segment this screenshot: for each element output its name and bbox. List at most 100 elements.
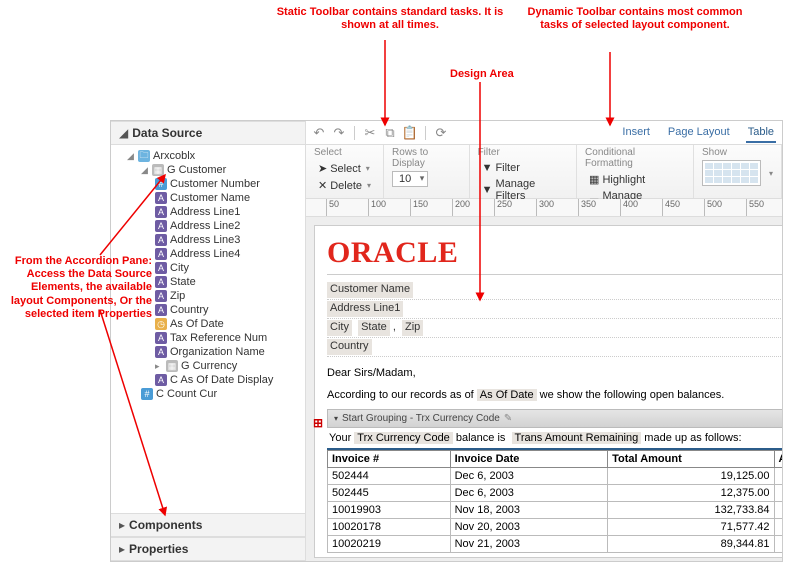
placeholder-as-of-date[interactable]: As Of Date [477,389,537,401]
accordion-header-components[interactable]: ▸Components [111,513,305,537]
ribbon-label: Filter [478,147,568,158]
tree-item[interactable]: AAddress Line2 [153,219,305,233]
refresh-icon[interactable]: ⟳ [434,126,448,140]
text-field-icon: A [155,374,167,386]
table-row[interactable]: 502444Dec 6, 200319,125.00 [328,467,783,484]
text-field-icon: A [155,234,167,246]
col-outstanding[interactable]: Amount Outs [774,450,782,467]
ribbon-group-rows: Rows to Display 10 [384,145,470,198]
cut-icon[interactable]: ✂ [363,126,377,140]
placeholder-zip[interactable]: Zip [402,320,423,336]
separator [354,126,355,140]
chevron-down-icon: ▾ [366,164,370,173]
tree-item[interactable]: #Customer Number [153,177,305,191]
text-field-icon: A [155,262,167,274]
tab-table[interactable]: Table [746,122,776,143]
redo-icon[interactable]: ↷ [332,126,346,140]
col-total[interactable]: Total Amount [608,450,774,467]
highlight-icon: ▦ [589,173,599,186]
tab-page-layout[interactable]: Page Layout [666,122,732,143]
text-field-icon: A [155,332,167,344]
highlight-button[interactable]: ▦Highlight [585,171,649,188]
app-window: ◢Data Source ◢🗀Arxcoblx ◢▦G Customer #Cu… [110,120,783,562]
ribbon-group-select: Select ➤Select▾ ✕Delete▾ [306,145,384,198]
paste-icon[interactable]: 📋 [403,126,417,140]
placeholder-state[interactable]: State [358,320,390,336]
callout-static-toolbar: Static Toolbar contains standard tasks. … [275,6,505,32]
caret-right-icon: ▸ [119,542,125,556]
placeholder-amount-remaining[interactable]: Trans Amount Remaining [512,432,642,444]
text-field-icon: A [155,220,167,232]
invoice-table[interactable]: Invoice # Invoice Date Total Amount Amou… [327,450,782,553]
chevron-down-icon: ▾ [367,181,371,190]
address-block: Customer Name Address Line1 City State ,… [327,281,782,357]
ribbon-group-conditional: Conditional Formatting ▦Highlight ▤Manag… [577,145,694,198]
placeholder-country[interactable]: Country [327,339,372,355]
grouping-bar[interactable]: ▾Start Grouping - Trx Currency Code✎ [327,409,782,428]
ribbon-group-filter: Filter ▼Filter ▼Manage Filters [470,145,577,198]
accordion-pane: ◢Data Source ◢🗀Arxcoblx ◢▦G Customer #Cu… [111,121,306,561]
date-field-icon: ◷ [155,318,167,330]
cursor-icon: ➤ [318,162,327,175]
callout-accordion-pane: From the Accordion Pane: Access the Data… [2,255,152,321]
table-row[interactable]: 10020219Nov 21, 200389,344.81 [328,535,783,552]
tree-item[interactable]: AState [153,275,305,289]
tree-item[interactable]: ACity [153,261,305,275]
ribbon-group-show: Show ▾ [694,145,782,198]
filter-button[interactable]: ▼Filter [478,160,524,176]
tree-item[interactable]: AAddress Line1 [153,205,305,219]
group-icon: ▦ [166,360,178,372]
copy-icon[interactable]: ⧉ [383,126,397,140]
accordion-header-data-source[interactable]: ◢Data Source [111,121,305,145]
col-date[interactable]: Invoice Date [450,450,607,467]
tree-root[interactable]: ◢🗀Arxcoblx [125,149,305,163]
chevron-down-icon: ▾ [769,169,773,178]
tree-item[interactable]: AOrganization Name [153,345,305,359]
placeholder-city[interactable]: City [327,320,352,336]
show-grid-button[interactable] [702,160,761,186]
rows-select[interactable]: 10 [392,171,428,187]
tab-insert[interactable]: Insert [620,122,652,143]
text-field-icon: A [155,346,167,358]
table-row[interactable]: 502445Dec 6, 200312,375.00 [328,484,783,501]
ruler: 50100150200250300350400450500550 [306,199,782,217]
group-icon: ▦ [152,164,164,176]
expand-handle-icon[interactable]: ⊞ [313,416,323,430]
oracle-logo: ORACLE [327,236,782,275]
placeholder-address1[interactable]: Address Line1 [327,301,403,317]
filter-settings-icon: ▼ [482,184,493,196]
text-field-icon: A [155,304,167,316]
separator [425,126,426,140]
tree-item[interactable]: AC As Of Date Display [153,373,305,387]
tree-item[interactable]: ACountry [153,303,305,317]
text-field-icon: A [155,192,167,204]
tree-item[interactable]: AZip [153,289,305,303]
tree-item[interactable]: ATax Reference Num [153,331,305,345]
undo-icon[interactable]: ↶ [312,126,326,140]
intro-line: According to our records as of As Of Dat… [327,389,782,401]
tree-item[interactable]: AAddress Line4 [153,247,305,261]
data-source-tree: ◢🗀Arxcoblx ◢▦G Customer #Customer Number… [111,145,305,513]
tab-bar: Insert Page Layout Table [620,122,776,143]
design-canvas[interactable]: ORACLE Customer Name Address Line1 City … [306,217,782,561]
folder-icon: 🗀 [138,150,150,162]
placeholder-customer-name[interactable]: Customer Name [327,282,413,298]
number-field-icon: # [155,178,167,190]
col-invoice[interactable]: Invoice # [328,450,451,467]
delete-icon: ✕ [318,179,327,192]
placeholder-currency[interactable]: Trx Currency Code [354,432,453,444]
page: ORACLE Customer Name Address Line1 City … [314,225,782,558]
table-row[interactable]: 10019903Nov 18, 2003132,733.84 [328,501,783,518]
tree-item[interactable]: ACustomer Name [153,191,305,205]
table-row[interactable]: 10020178Nov 20, 200371,577.42 [328,518,783,535]
tree-item[interactable]: AAddress Line3 [153,233,305,247]
tree-item[interactable]: ◷As Of Date [153,317,305,331]
tree-group[interactable]: ◢▦G Customer [139,163,305,177]
select-button[interactable]: ➤Select▾ [314,160,374,177]
accordion-header-properties[interactable]: ▸Properties [111,537,305,561]
delete-button[interactable]: ✕Delete▾ [314,177,375,194]
text-field-icon: A [155,206,167,218]
tree-subgroup[interactable]: ▸▦G Currency [153,359,305,373]
tree-item[interactable]: #C Count Cur [139,387,305,401]
text-field-icon: A [155,248,167,260]
